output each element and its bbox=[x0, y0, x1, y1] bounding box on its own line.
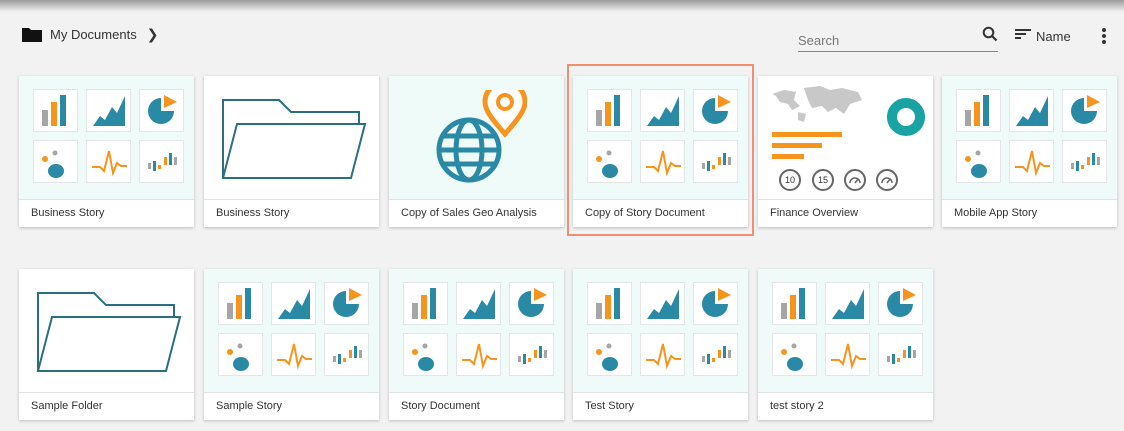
top-shadow-bar bbox=[0, 0, 1124, 12]
line-pulse-icon bbox=[825, 333, 870, 376]
sort-icon bbox=[1014, 27, 1032, 46]
selected-highlight bbox=[567, 64, 754, 236]
line-pulse-icon bbox=[1009, 140, 1054, 183]
line-pulse-icon bbox=[456, 333, 501, 376]
scatter-icon bbox=[956, 140, 1001, 183]
document-card[interactable]: Business Story bbox=[204, 76, 379, 227]
document-card[interactable]: Sample Story bbox=[204, 269, 379, 420]
mini-bars-icon bbox=[693, 333, 738, 376]
more-options-icon[interactable] bbox=[1098, 26, 1110, 46]
document-card[interactable]: Copy of Sales Geo Analysis bbox=[389, 76, 564, 227]
card-title[interactable]: Finance Overview bbox=[758, 199, 933, 227]
card-title[interactable]: Business Story bbox=[204, 199, 379, 227]
search-icon[interactable] bbox=[982, 26, 998, 42]
scatter-icon bbox=[218, 333, 263, 376]
scatter-icon bbox=[772, 333, 817, 376]
bar-chart-icon bbox=[587, 282, 632, 325]
document-card[interactable]: test story 2 bbox=[758, 269, 933, 420]
line-pulse-icon bbox=[86, 140, 131, 183]
sort-button[interactable]: Name bbox=[1014, 27, 1071, 46]
bar-2 bbox=[772, 143, 822, 148]
sort-label: Name bbox=[1036, 29, 1071, 44]
card-title[interactable]: Business Story bbox=[19, 199, 194, 227]
mini-bars-icon bbox=[509, 333, 554, 376]
breadcrumb[interactable]: My Documents ❯ bbox=[22, 26, 158, 43]
bar-chart-icon bbox=[218, 282, 263, 325]
area-chart-icon bbox=[86, 89, 131, 132]
card-thumbnail[interactable] bbox=[204, 269, 379, 392]
pie-chart-icon bbox=[324, 282, 369, 325]
card-thumbnail[interactable] bbox=[19, 269, 194, 392]
document-card[interactable]: Test Story bbox=[573, 269, 748, 420]
folder-icon bbox=[22, 27, 42, 42]
card-thumbnail[interactable] bbox=[389, 269, 564, 392]
area-chart-icon bbox=[640, 282, 685, 325]
card-title[interactable]: test story 2 bbox=[758, 392, 933, 420]
mini-bars-icon bbox=[1062, 140, 1107, 183]
card-title[interactable]: Test Story bbox=[573, 392, 748, 420]
folder-large-icon bbox=[36, 292, 182, 372]
world-map-icon bbox=[772, 86, 862, 122]
gauge-icon: 15 bbox=[812, 169, 834, 191]
pie-chart-icon bbox=[509, 282, 554, 325]
pie-chart-icon bbox=[878, 282, 923, 325]
document-card[interactable]: Mobile App Story bbox=[942, 76, 1117, 227]
card-title[interactable]: Sample Story bbox=[204, 392, 379, 420]
folder-large-icon bbox=[221, 99, 367, 179]
card-title[interactable]: Mobile App Story bbox=[942, 199, 1117, 227]
card-thumbnail[interactable] bbox=[19, 76, 194, 199]
page-header: My Documents ❯ Name bbox=[0, 12, 1124, 60]
area-chart-icon bbox=[825, 282, 870, 325]
area-chart-icon bbox=[1009, 89, 1054, 132]
bar-chart-icon bbox=[956, 89, 1001, 132]
pie-chart-icon bbox=[139, 89, 184, 132]
area-chart-icon bbox=[456, 282, 501, 325]
card-thumbnail[interactable] bbox=[758, 269, 933, 392]
mini-bars-icon bbox=[324, 333, 369, 376]
gauge-icon bbox=[844, 169, 866, 191]
scatter-icon bbox=[33, 140, 78, 183]
document-card[interactable]: Story Document bbox=[389, 269, 564, 420]
gauge-icon: 10 bbox=[779, 169, 801, 191]
breadcrumb-label[interactable]: My Documents bbox=[50, 27, 137, 42]
card-title[interactable]: Sample Folder bbox=[19, 392, 194, 420]
search-input[interactable] bbox=[798, 30, 998, 52]
bar-3 bbox=[772, 154, 804, 159]
gauge-value: 15 bbox=[817, 175, 828, 185]
scatter-icon bbox=[587, 333, 632, 376]
card-thumbnail[interactable] bbox=[942, 76, 1117, 199]
bar-chart-icon bbox=[33, 89, 78, 132]
card-title[interactable]: Story Document bbox=[389, 392, 564, 420]
gauge-value: 10 bbox=[784, 175, 795, 185]
line-pulse-icon bbox=[640, 333, 685, 376]
bar-chart-icon bbox=[403, 282, 448, 325]
mini-bars-icon bbox=[878, 333, 923, 376]
mini-bars-icon bbox=[139, 140, 184, 183]
card-thumbnail[interactable] bbox=[204, 76, 379, 199]
bar-1 bbox=[772, 132, 842, 137]
pie-chart-icon bbox=[693, 282, 738, 325]
card-thumbnail[interactable] bbox=[573, 269, 748, 392]
card-title[interactable]: Copy of Sales Geo Analysis bbox=[389, 199, 564, 227]
line-pulse-icon bbox=[271, 333, 316, 376]
pie-chart-icon bbox=[1062, 89, 1107, 132]
gauge-icon bbox=[876, 169, 898, 191]
card-thumbnail[interactable]: 10 15 bbox=[758, 76, 933, 199]
scatter-icon bbox=[403, 333, 448, 376]
document-card[interactable]: Sample Folder bbox=[19, 269, 194, 420]
bar-chart-icon bbox=[772, 282, 817, 325]
chevron-right-icon: ❯ bbox=[146, 26, 159, 42]
area-chart-icon bbox=[271, 282, 316, 325]
donut-chart-icon bbox=[887, 98, 925, 136]
card-thumbnail[interactable] bbox=[389, 76, 564, 199]
document-card[interactable]: Business Story bbox=[19, 76, 194, 227]
globe-pin-icon bbox=[436, 90, 527, 183]
document-card[interactable]: 10 15 Finance Overview bbox=[758, 76, 933, 227]
